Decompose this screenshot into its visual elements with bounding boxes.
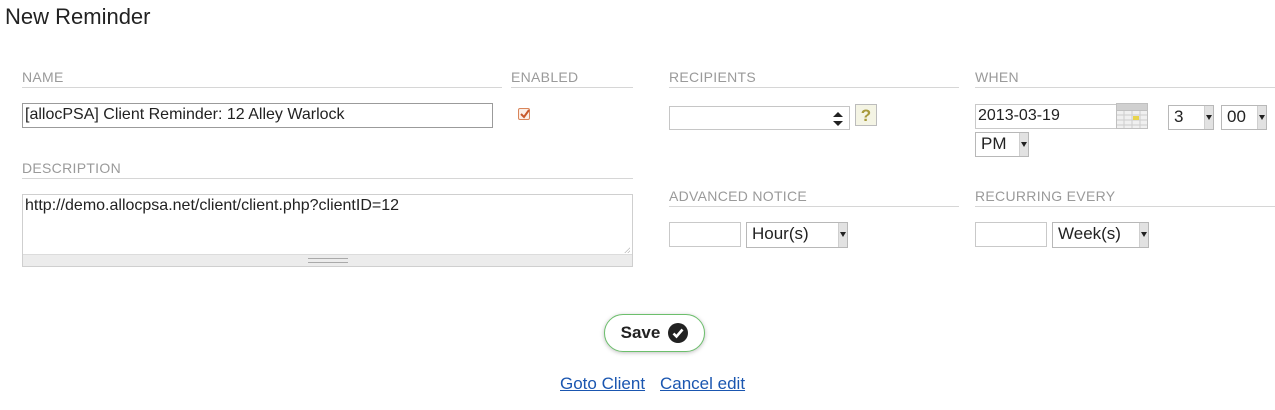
description-label: DESCRIPTION <box>22 160 633 179</box>
recurring-unit-value: Week(s) <box>1058 224 1121 243</box>
recurring-input[interactable] <box>975 222 1047 247</box>
chevron-down-icon <box>1019 133 1028 156</box>
chevron-down-icon <box>1257 106 1266 129</box>
enabled-checkbox[interactable] <box>518 108 530 120</box>
advanced-notice-unit-value: Hour(s) <box>752 224 809 243</box>
when-minute-select[interactable]: 00 <box>1221 105 1267 130</box>
recurring-unit-select[interactable]: Week(s) <box>1052 222 1149 248</box>
when-date-input[interactable]: 2013-03-19 <box>975 104 1117 129</box>
goto-client-link[interactable]: Goto Client <box>560 374 645 394</box>
calendar-icon[interactable] <box>1116 103 1148 129</box>
recipients-select[interactable] <box>669 106 850 130</box>
help-icon[interactable]: ? <box>855 104 877 126</box>
when-ampm-value: PM <box>981 134 1007 153</box>
chevron-down-icon <box>1139 223 1148 247</box>
advanced-notice-label: ADVANCED NOTICE <box>669 188 959 207</box>
when-ampm-select[interactable]: PM <box>975 132 1029 157</box>
save-button-label: Save <box>620 323 661 342</box>
when-minute-value: 00 <box>1227 107 1246 126</box>
resize-corner-icon[interactable] <box>624 247 630 253</box>
textarea-resize-grip[interactable] <box>23 254 632 266</box>
when-hour-value: 3 <box>1174 107 1184 126</box>
advanced-notice-input[interactable] <box>669 222 741 247</box>
cancel-edit-link[interactable]: Cancel edit <box>660 374 745 394</box>
when-label: WHEN <box>975 69 1275 88</box>
name-input[interactable]: [allocPSA] Client Reminder: 12 Alley War… <box>22 103 493 128</box>
advanced-notice-unit-select[interactable]: Hour(s) <box>746 222 848 248</box>
enabled-label: ENABLED <box>511 69 633 88</box>
save-button[interactable]: Save <box>604 314 705 352</box>
name-label: NAME <box>22 69 502 88</box>
when-hour-select[interactable]: 3 <box>1168 105 1214 130</box>
chevron-down-icon <box>838 223 847 247</box>
page-title: New Reminder <box>5 4 151 29</box>
description-textarea[interactable]: http://demo.allocpsa.net/client/client.p… <box>22 194 633 267</box>
recurring-label: RECURRING EVERY <box>975 188 1275 207</box>
recipients-label: RECIPIENTS <box>669 69 959 88</box>
check-circle-icon <box>668 323 689 343</box>
chevron-down-icon <box>1204 106 1213 129</box>
checkmark-icon <box>520 109 530 119</box>
updown-arrows-icon <box>833 112 843 126</box>
description-text: http://demo.allocpsa.net/client/client.p… <box>25 197 400 214</box>
